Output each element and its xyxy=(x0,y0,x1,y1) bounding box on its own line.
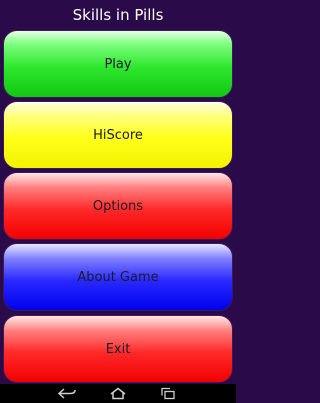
about-game-button[interactable]: About Game xyxy=(3,243,233,311)
back-icon[interactable] xyxy=(56,387,78,400)
home-icon[interactable] xyxy=(107,387,129,400)
options-button[interactable]: Options xyxy=(3,172,233,240)
exit-button-label: Exit xyxy=(105,341,131,357)
about-game-button-label: About Game xyxy=(77,269,159,285)
play-button[interactable]: Play xyxy=(3,30,233,98)
hiscore-button[interactable]: HiScore xyxy=(3,101,233,169)
options-button-label: Options xyxy=(92,198,144,214)
exit-button[interactable]: Exit xyxy=(3,315,233,383)
play-button-label: Play xyxy=(104,56,132,72)
system-navigation-bar xyxy=(0,384,236,403)
hiscore-button-label: HiScore xyxy=(93,127,143,143)
recents-icon[interactable] xyxy=(157,387,179,400)
app-title: Skills in Pills xyxy=(72,6,164,24)
